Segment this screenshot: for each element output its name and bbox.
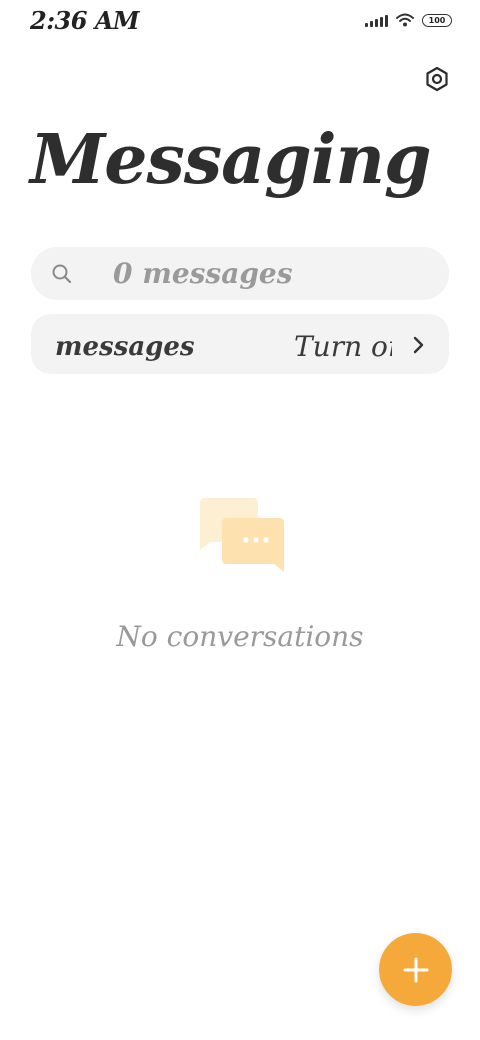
chevron-right-icon[interactable] — [409, 334, 429, 356]
search-placeholder: 0 messages — [113, 257, 293, 290]
chat-bubbles-icon — [200, 498, 284, 572]
banner-text: messages — [55, 332, 195, 362]
banner-action-link[interactable]: Turn on — [294, 330, 392, 363]
wifi-icon — [396, 13, 414, 27]
new-conversation-button[interactable] — [379, 933, 452, 1006]
search-input[interactable]: 0 messages — [31, 247, 449, 300]
empty-state-text: No conversations — [116, 620, 364, 653]
battery-icon: 100 — [422, 13, 452, 27]
status-bar: 2:36 AM 100 — [0, 0, 480, 46]
settings-button[interactable] — [422, 64, 452, 94]
page-title: Messaging — [30, 120, 432, 200]
notification-banner[interactable]: messages Turn on — [31, 314, 449, 374]
plus-icon — [403, 957, 428, 982]
status-icons: 100 — [365, 13, 452, 27]
search-icon — [52, 264, 72, 284]
signal-icon — [365, 13, 388, 27]
status-time: 2:36 AM — [30, 6, 140, 35]
settings-icon — [426, 66, 448, 92]
